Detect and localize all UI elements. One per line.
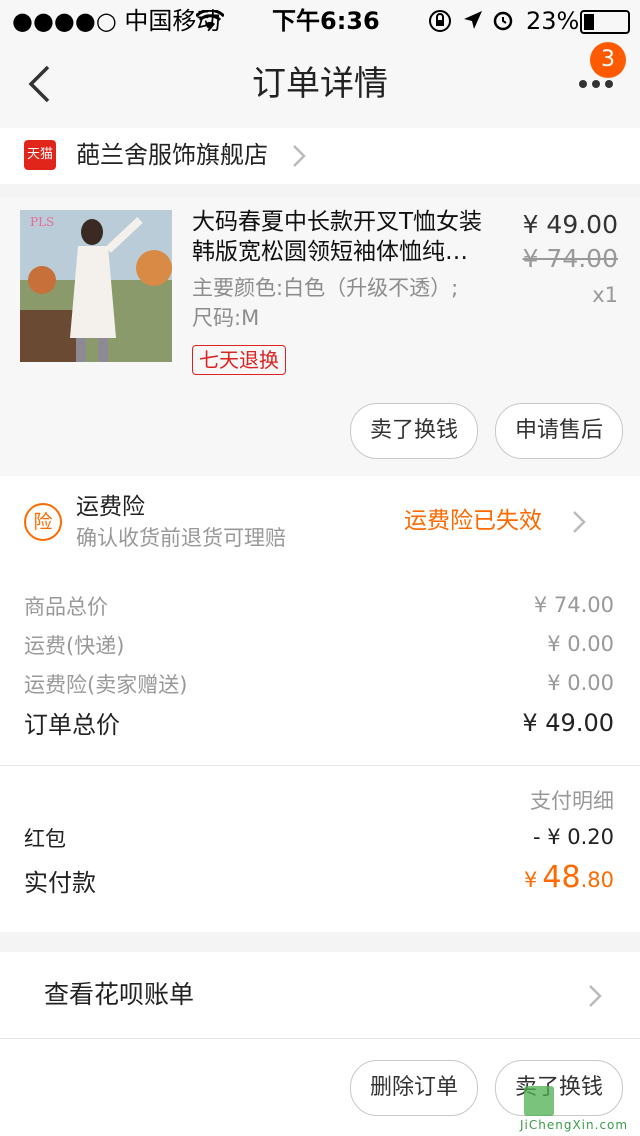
huabei-bill-row[interactable]: 查看花呗账单 xyxy=(0,952,640,1038)
insurance-title: 运费险 xyxy=(76,494,145,520)
bottom-divider xyxy=(0,1038,640,1039)
product-title-line1: 大码春夏中长款开叉T恤女装 xyxy=(192,209,483,235)
sell-for-cash-button[interactable]: 卖了换钱 xyxy=(350,403,478,459)
clock: 下午6:36 xyxy=(272,7,380,35)
return-policy-tag: 七天退换 xyxy=(192,345,286,375)
paid-label: 实付款 xyxy=(24,869,96,897)
location-icon xyxy=(464,11,482,29)
carrier-label: ●●●●○ 中国移动 xyxy=(12,7,221,35)
paid-integer: 48 xyxy=(542,860,581,895)
item-quantity: x1 xyxy=(592,283,618,307)
product-thumbnail[interactable]: PLS xyxy=(20,210,172,362)
watermark-logo-icon xyxy=(524,1086,554,1116)
insurance-chevron-icon xyxy=(573,511,586,533)
notification-badge: 3 xyxy=(590,42,626,78)
insurance-status[interactable]: 运费险已失效 xyxy=(404,506,542,536)
svg-text:PLS: PLS xyxy=(30,215,54,229)
tmall-logo-icon: 天猫 xyxy=(24,140,56,170)
shop-row[interactable]: 天猫 葩兰舍服饰旗舰店 xyxy=(0,128,640,184)
header: ●●●●○ 中国移动 下午6:36 23% 订单详情 3 xyxy=(0,0,640,128)
chevron-right-icon xyxy=(293,145,306,167)
shipping-insurance-value: ¥ 0.00 xyxy=(547,671,614,695)
redpacket-value: - ¥ 0.20 xyxy=(532,825,614,849)
subtotal-value: ¥ 74.00 xyxy=(533,593,614,617)
product-spec-line1: 主要颜色:白色（升级不透）; xyxy=(192,276,459,300)
more-icon[interactable] xyxy=(578,78,614,90)
watermark-text: JiChengXin.com xyxy=(520,1118,629,1132)
alarm-icon xyxy=(493,11,513,31)
sell-for-cash-bottom-button[interactable]: 卖了换钱 xyxy=(495,1060,623,1116)
payment-detail-label: 支付明细 xyxy=(530,789,614,813)
item-price: ¥ 49.00 xyxy=(522,210,618,239)
shop-name[interactable]: 葩兰舍服饰旗舰店 xyxy=(76,138,268,172)
shipping-value: ¥ 0.00 xyxy=(547,632,614,656)
order-total-label: 订单总价 xyxy=(24,711,120,739)
paid-currency: ¥ xyxy=(523,868,538,892)
subtotal-label: 商品总价 xyxy=(24,595,108,619)
battery-percent: 23% xyxy=(526,7,580,35)
after-sale-button[interactable]: 申请售后 xyxy=(495,403,623,459)
product-spec: 主要颜色:白色（升级不透）; 尺码:M xyxy=(192,273,504,333)
shipping-label: 运费(快递) xyxy=(24,634,125,658)
insurance-subtitle: 确认收货前退货可理赔 xyxy=(76,526,286,550)
item-original-price: ¥ 74.00 xyxy=(522,244,618,273)
order-total-value: ¥ 49.00 xyxy=(522,709,614,737)
shipping-insurance-label: 运费险(卖家赠送) xyxy=(24,673,188,697)
product-photo-icon: PLS xyxy=(20,210,172,362)
page-title: 订单详情 xyxy=(252,64,388,104)
product-title[interactable]: 大码春夏中长款开叉T恤女装 韩版宽松圆领短袖体恤纯… xyxy=(192,207,504,267)
product-spec-line2: 尺码:M xyxy=(192,306,260,330)
redpacket-label: 红包 xyxy=(24,827,66,851)
wifi-icon xyxy=(196,10,224,30)
insurance-icon: 险 xyxy=(24,503,62,541)
rotation-lock-icon xyxy=(429,10,451,32)
paid-decimal: .80 xyxy=(580,868,614,892)
paid-amount: ¥ 48.80 xyxy=(524,860,614,895)
product-title-line2: 韩版宽松圆领短袖体恤纯… xyxy=(192,239,468,265)
order-item[interactable]: PLS 大码春夏中长款开叉T恤女装 韩版宽松圆领短袖体恤纯… 主要颜色:白色（升… xyxy=(0,197,640,475)
divider xyxy=(0,765,640,766)
delete-order-button[interactable]: 删除订单 xyxy=(350,1060,478,1116)
huabei-chevron-icon xyxy=(589,985,602,1007)
bottom-action-bar: 删除订单 卖了换钱 JiChengXin.com xyxy=(0,1038,640,1136)
huabei-label[interactable]: 查看花呗账单 xyxy=(44,978,194,1012)
battery-icon xyxy=(580,10,630,34)
